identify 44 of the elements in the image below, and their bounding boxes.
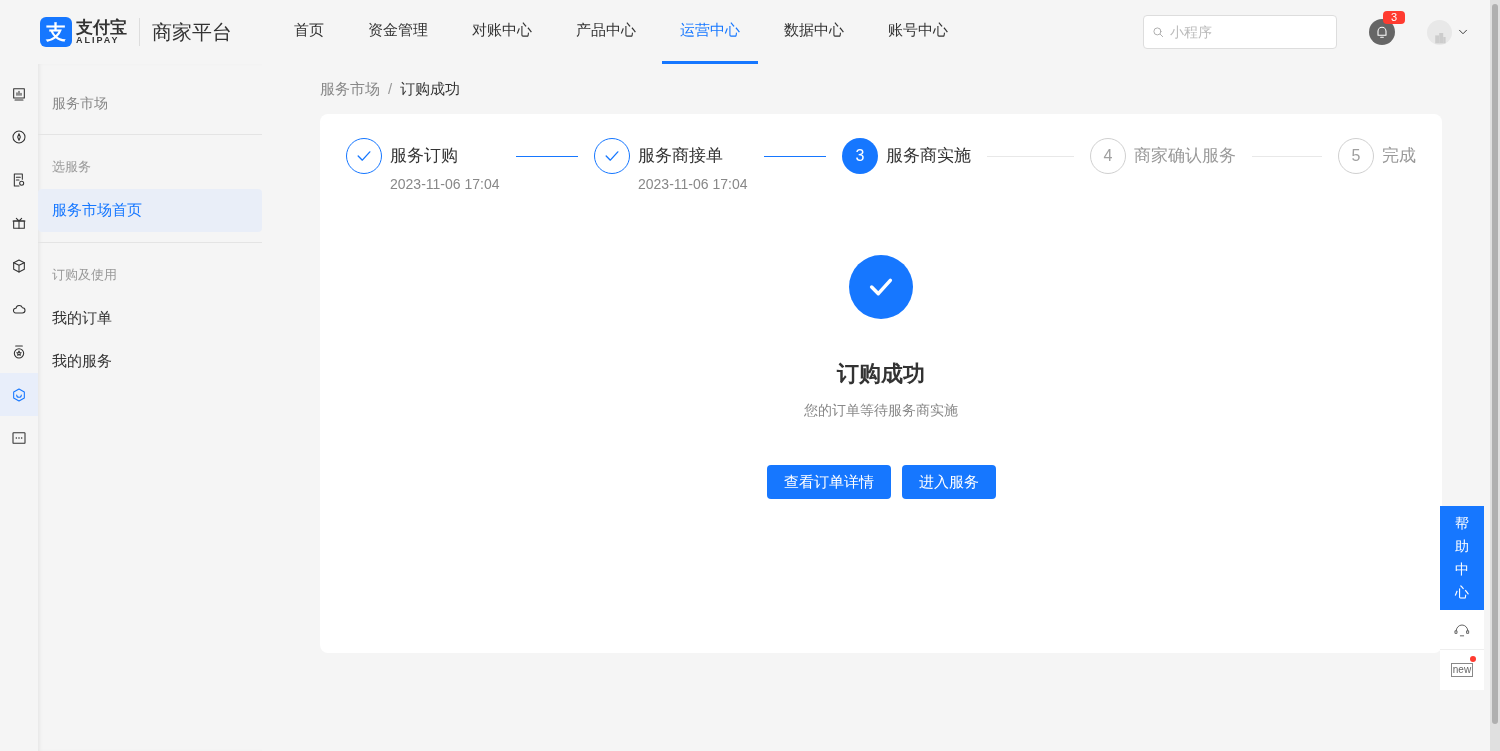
step-time: 2023-11-06 17:04 [390,175,500,194]
bell-icon[interactable] [1369,19,1395,45]
step-title: 服务商接单 [638,145,724,167]
sidebar-item[interactable]: 我的订单 [38,297,262,340]
nav-tab[interactable]: 运营中心 [662,0,758,64]
step-title: 服务订购 [390,145,459,167]
step-time: 2023-11-06 17:04 [638,175,748,194]
compass-icon [11,128,27,145]
action-button[interactable]: 查看订单详情 [766,465,891,499]
document-icon [11,171,27,188]
cube-icon [11,257,27,274]
nav-tab[interactable]: 资金管理 [350,0,446,64]
sidebar-title: 服务市场 [51,93,109,113]
nav-tab[interactable]: 产品中心 [558,0,654,64]
sidebar-group-label: 选服务 [51,158,92,177]
breadcrumb-separator: / [388,78,393,99]
step-title: 商家确认服务 [1134,145,1236,167]
hexagon-icon [11,386,27,403]
search-icon [1151,25,1165,39]
brand-name: 支付宝 [76,19,127,36]
logo-icon: 支 [40,17,72,47]
platform-title: 商家平台 [152,20,232,45]
step-title: 完成 [1382,145,1416,167]
nav-tab[interactable]: 对账中心 [454,0,550,64]
sidebar-group-label: 订购及使用 [51,266,118,285]
result-title: 订购成功 [837,360,925,388]
more-icon [11,429,27,446]
medal-icon [11,343,27,360]
search-field[interactable]: 小程序 [1143,15,1337,49]
chart-icon [11,85,27,102]
step-number: 3 [842,138,878,174]
nav-tab[interactable]: 首页 [276,0,342,64]
action-button[interactable]: 进入服务 [901,465,996,499]
notification-badge: 3 [1383,11,1406,24]
step-title: 服务商实施 [886,145,971,167]
breadcrumb-item: 订购成功 [400,78,461,99]
help-center-button[interactable]: 帮助中心 [1440,506,1484,610]
nav-tab[interactable]: 账号中心 [870,0,966,64]
brand-subtitle: ALIPAY [76,36,121,45]
sidebar-item[interactable]: 服务市场首页 [38,189,262,232]
sidebar-item[interactable]: 我的服务 [38,340,262,383]
result-subtitle: 您的订单等待服务商实施 [804,401,958,420]
new-features-button[interactable]: new [1440,650,1484,690]
nav-tab[interactable]: 数据中心 [766,0,862,64]
